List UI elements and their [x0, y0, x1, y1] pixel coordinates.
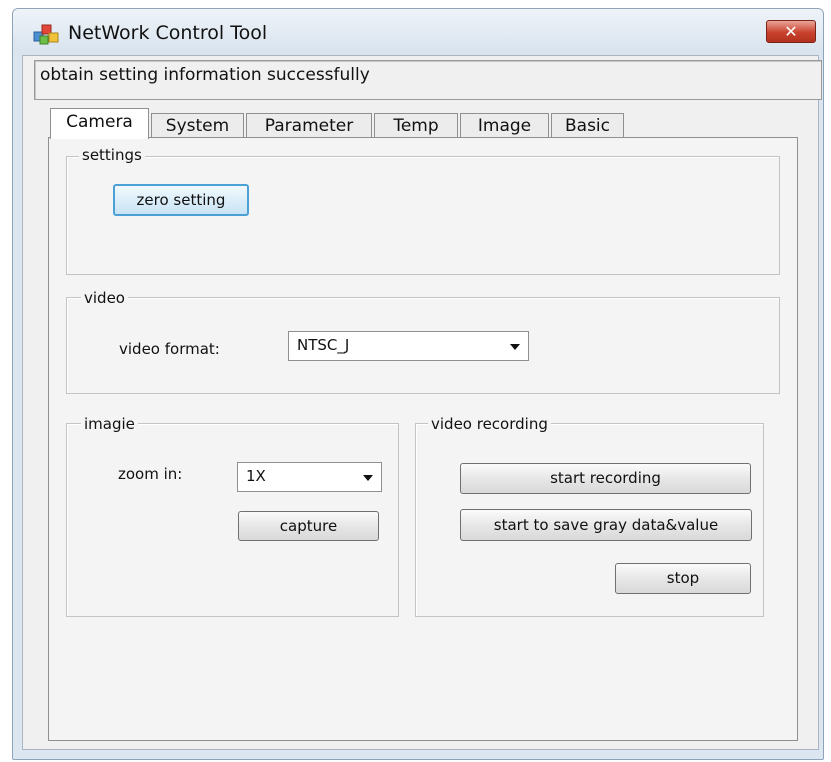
zoom-value: 1X [246, 467, 266, 485]
tab-basic[interactable]: Basic [551, 113, 624, 138]
status-message: obtain setting information successfully [40, 65, 370, 85]
chevron-down-icon [363, 475, 373, 481]
video-format-label: video format: [119, 340, 220, 358]
capture-button[interactable]: capture [238, 511, 379, 541]
video-format-select[interactable]: NTSC_J [288, 331, 529, 361]
tab-image[interactable]: Image [460, 113, 549, 138]
tab-system[interactable]: System [151, 113, 244, 138]
tab-temp[interactable]: Temp [374, 113, 458, 138]
image-group-legend: imagie [81, 415, 138, 433]
tab-camera[interactable]: Camera [50, 108, 149, 139]
tab-parameter[interactable]: Parameter [246, 113, 372, 138]
save-gray-data-button[interactable]: start to save gray data&value [460, 509, 752, 541]
video-recording-group-legend: video recording [428, 415, 551, 433]
close-button[interactable]: ✕ [766, 20, 816, 43]
zoom-in-label: zoom in: [118, 465, 183, 483]
start-recording-button[interactable]: start recording [460, 463, 751, 494]
video-group-legend: video [81, 289, 128, 307]
zero-setting-button[interactable]: zero setting [113, 184, 249, 216]
stop-button[interactable]: stop [615, 563, 751, 594]
app-logo-icon [33, 24, 59, 45]
window-title: NetWork Control Tool [68, 22, 268, 44]
zoom-select[interactable]: 1X [237, 462, 382, 492]
close-icon: ✕ [784, 22, 798, 41]
settings-group-legend: settings [79, 146, 145, 164]
video-format-value: NTSC_J [297, 336, 350, 354]
chevron-down-icon [510, 344, 520, 350]
